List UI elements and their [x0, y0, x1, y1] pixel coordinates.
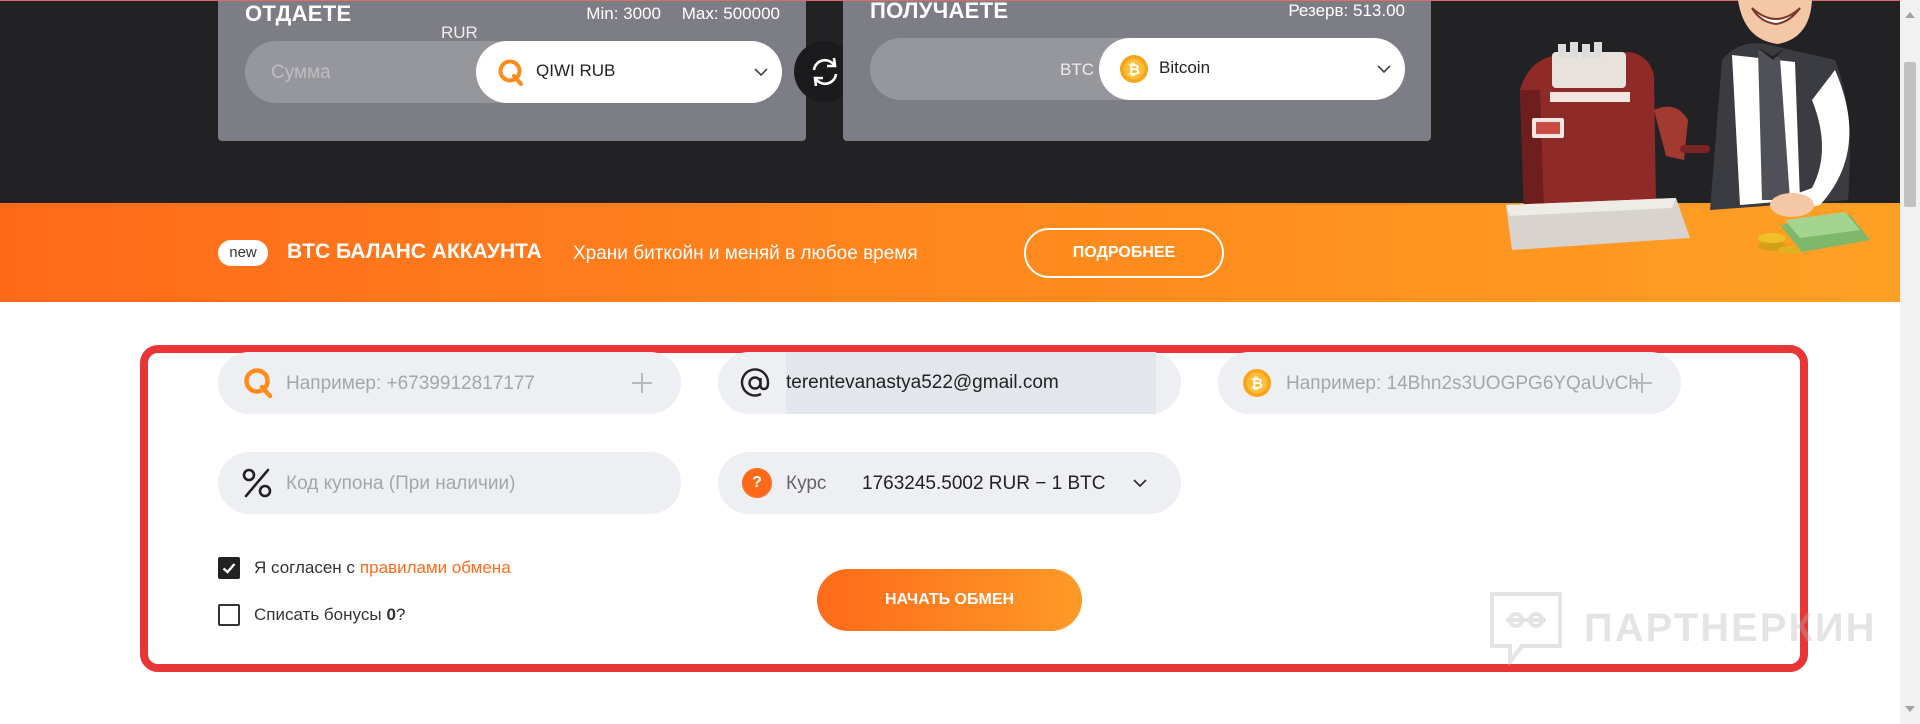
- bonus-row: Списать бонусы 0 ?: [218, 604, 405, 626]
- wallet-placeholder: Например: 14Bhn2s3UOGPG6YQaUvCh: [1286, 373, 1639, 394]
- bonus-suffix: ?: [396, 605, 406, 624]
- chevron-down-icon: [1133, 479, 1147, 488]
- agree-checkbox[interactable]: [218, 557, 240, 579]
- percent-icon: [242, 468, 272, 498]
- more-info-button[interactable]: ПОДРОБНЕЕ: [1024, 228, 1224, 278]
- bonus-text: Списать бонусы: [254, 605, 382, 624]
- checkmark-icon: [222, 563, 236, 574]
- add-icon[interactable]: [622, 363, 662, 403]
- give-currency-select[interactable]: QIWI RUB: [476, 41, 782, 103]
- chat-bubble-icon: [1490, 592, 1562, 666]
- watermark-text: ПАРТНЕРКИН: [1584, 605, 1877, 650]
- phone-input[interactable]: Например: +6739912817177: [218, 352, 681, 414]
- give-card: ОТДАЕТЕ Min: 3000 Max: 500000 Сумма RUR …: [218, 1, 806, 141]
- swap-icon: [812, 57, 837, 86]
- rate-value: 1763245.5002 RUR − 1 BTC: [862, 473, 1106, 494]
- give-min: Min: 3000: [586, 4, 661, 23]
- agree-text: Я согласен с: [254, 558, 355, 577]
- give-amount-placeholder: Сумма: [271, 62, 331, 83]
- scroll-down-arrow[interactable]: [1905, 706, 1915, 712]
- scroll-up-arrow[interactable]: [1905, 12, 1915, 18]
- coupon-placeholder: Код купона (При наличии): [286, 473, 516, 494]
- banner-subtitle: Храни биткойн и меняй в любое время: [573, 243, 918, 264]
- banner-title: BTC БАЛАНС АККАУНТА: [287, 240, 542, 263]
- rate-select[interactable]: ? Курс 1763245.5002 RUR − 1 BTC: [718, 452, 1181, 514]
- qiwi-icon: [244, 368, 273, 399]
- new-badge: new: [218, 240, 268, 266]
- add-icon[interactable]: [1622, 363, 1662, 403]
- bitcoin-icon: ₿: [1120, 55, 1148, 83]
- coupon-input[interactable]: Код купона (При наличии): [218, 452, 681, 514]
- email-value: terentevanastya522@gmail.com: [786, 372, 1059, 393]
- give-max: Max: 500000: [681, 4, 780, 23]
- qiwi-icon: [498, 59, 523, 86]
- give-currency-name: QIWI RUB: [536, 61, 616, 80]
- give-title: ОТДАЕТЕ: [245, 1, 352, 26]
- get-card: ПОЛУЧАЕТЕ Резерв: 513.00 BTC ₿ Bitcoin: [843, 0, 1431, 141]
- bonus-value: 0: [386, 605, 397, 624]
- chevron-down-icon: [754, 68, 768, 77]
- get-currency-name: Bitcoin: [1159, 58, 1211, 77]
- scroll-thumb[interactable]: [1904, 62, 1916, 207]
- wallet-input[interactable]: ₿ Например: 14Bhn2s3UOGPG6YQaUvCh: [1218, 352, 1681, 414]
- get-title: ПОЛУЧАЕТЕ: [870, 0, 1009, 23]
- email-input[interactable]: terentevanastya522@gmail.com: [718, 352, 1181, 414]
- at-sign-icon: [740, 368, 770, 397]
- cashier-mascot-illustration: [1506, 0, 1870, 254]
- chevron-down-icon: [1377, 65, 1391, 74]
- start-exchange-button[interactable]: НАЧАТЬ ОБМЕН: [817, 569, 1082, 631]
- page-scrollbar[interactable]: [1900, 0, 1920, 724]
- phone-placeholder: Например: +6739912817177: [286, 373, 535, 394]
- get-currency-select[interactable]: ₿ Bitcoin: [1099, 38, 1405, 100]
- svg-text:₿: ₿: [1128, 62, 1140, 79]
- bonus-checkbox[interactable]: [218, 604, 240, 626]
- give-limits: Min: 3000 Max: 500000: [570, 4, 780, 24]
- rate-label: Курс: [786, 473, 827, 494]
- rate-help-icon[interactable]: ?: [742, 468, 772, 498]
- bitcoin-icon: ₿: [1243, 369, 1271, 397]
- get-reserve: Резерв: 513.00: [1288, 1, 1405, 20]
- svg-text:₿: ₿: [1251, 376, 1263, 393]
- agree-rules-row: Я согласен с правилами обмена: [218, 557, 511, 579]
- rules-link[interactable]: правилами обмена: [360, 558, 511, 578]
- give-currency-code: RUR: [441, 23, 478, 42]
- watermark: ПАРТНЕРКИН: [1488, 590, 1877, 666]
